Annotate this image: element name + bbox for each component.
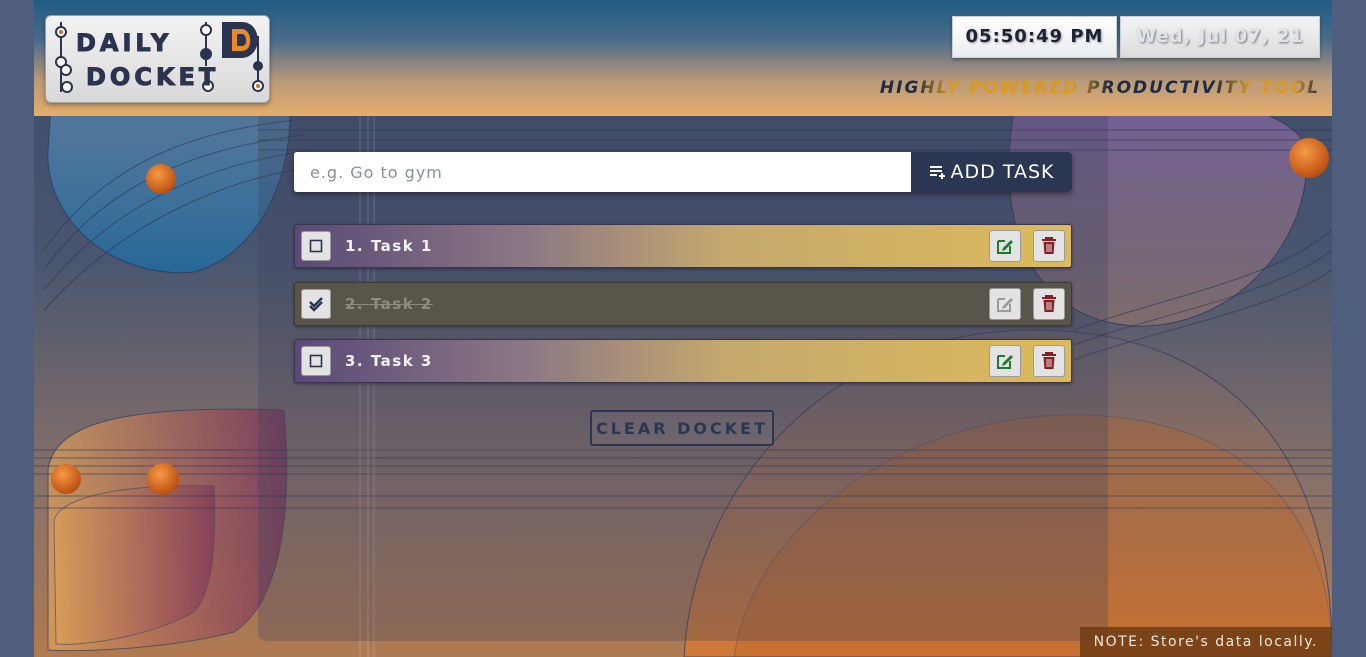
tagline: HIGHLY POWERED PRODUCTIVITY TOOL	[879, 78, 1320, 98]
delete-task-button[interactable]	[1033, 288, 1065, 320]
task-label: 3. Task 3	[345, 352, 433, 370]
add-task-bar: ADD TASK	[294, 152, 1072, 192]
edit-task-button[interactable]	[989, 230, 1021, 262]
logo: DAILY DOCKET	[45, 15, 270, 103]
task-checkbox[interactable]	[301, 289, 331, 319]
task-checkbox[interactable]	[301, 231, 331, 261]
app-frame: DAILY DOCKET 05:50:49 PM Wed, Jul 07, 21…	[34, 0, 1332, 657]
edit-task-button[interactable]	[989, 288, 1021, 320]
task-checkbox[interactable]	[301, 346, 331, 376]
trash-icon	[1042, 295, 1056, 312]
trash-icon	[1042, 237, 1056, 254]
edit-icon	[997, 240, 1013, 254]
add-task-button[interactable]: ADD TASK	[911, 152, 1072, 192]
task-label: 2. Task 2	[345, 295, 433, 313]
delete-task-button[interactable]	[1033, 230, 1065, 262]
clock-time: 05:50:49 PM	[952, 16, 1117, 58]
logo-text-docket: DOCKET	[85, 63, 220, 92]
edit-task-button[interactable]	[989, 345, 1021, 377]
clock-date: Wed, Jul 07, 21	[1120, 16, 1320, 58]
edit-icon	[997, 355, 1013, 369]
task-item: 2. Task 2	[294, 282, 1072, 326]
trash-icon	[1042, 352, 1056, 369]
clear-docket-button[interactable]: CLEAR DOCKET	[590, 410, 774, 446]
checkbox-empty-icon	[309, 239, 323, 253]
header: DAILY DOCKET 05:50:49 PM Wed, Jul 07, 21…	[34, 0, 1332, 116]
task-item: 1. Task 1	[294, 224, 1072, 268]
storage-note: NOTE: Store's data locally.	[1079, 627, 1332, 657]
task-item: 3. Task 3	[294, 339, 1072, 383]
task-input[interactable]	[294, 152, 911, 192]
delete-task-button[interactable]	[1033, 345, 1065, 377]
task-label: 1. Task 1	[345, 237, 433, 255]
docket-panel: ADD TASK 1. Task 1	[258, 116, 1108, 641]
playlist-add-icon	[929, 166, 945, 179]
add-task-label: ADD TASK	[950, 161, 1055, 183]
checkbox-empty-icon	[309, 354, 323, 368]
checkbox-checked-icon	[309, 297, 323, 312]
edit-icon	[997, 298, 1013, 312]
logo-text-daily: DAILY	[75, 29, 173, 58]
